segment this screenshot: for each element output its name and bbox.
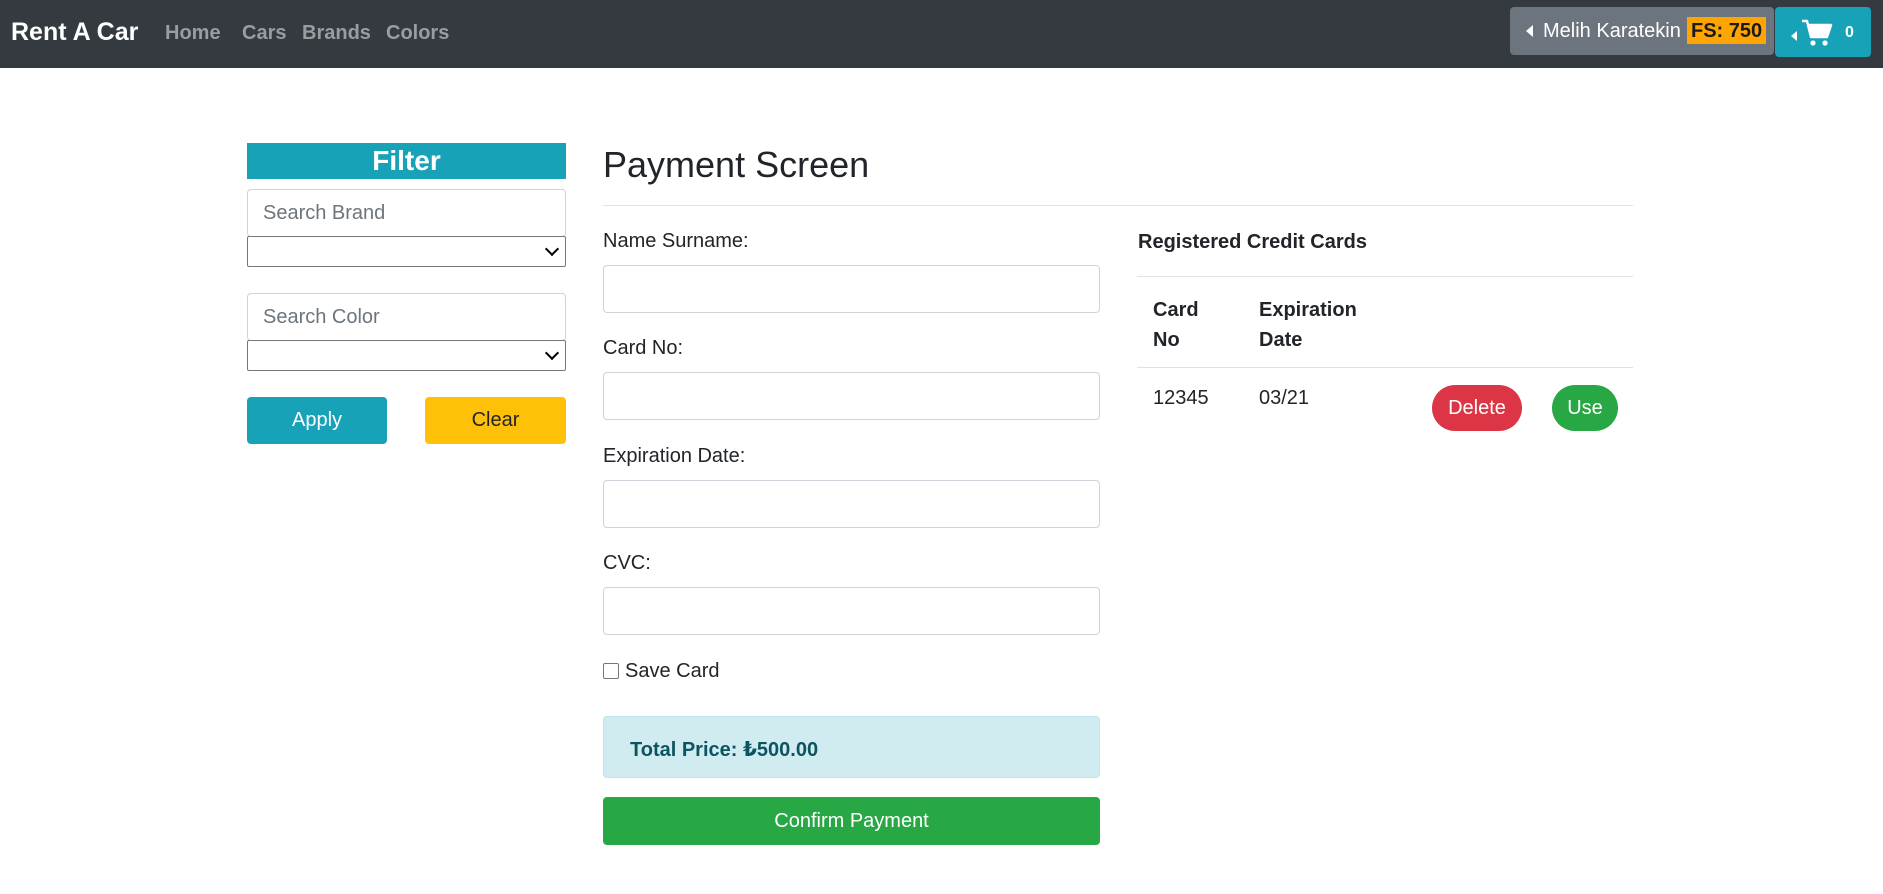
chevron-down-icon <box>544 345 560 361</box>
cvc-input[interactable] <box>603 587 1100 635</box>
user-name: Melih Karatekin <box>1543 20 1681 42</box>
total-price-text: Total Price: ₺500.00 <box>630 739 819 761</box>
cvc-label: CVC: <box>603 552 651 574</box>
table-header-border <box>1137 367 1633 368</box>
registered-cards-title: Registered Credit Cards <box>1138 231 1367 253</box>
filter-title: Filter <box>247 143 566 179</box>
save-card-checkbox[interactable] <box>603 663 619 679</box>
name-surname-input[interactable] <box>603 265 1100 313</box>
use-card-button[interactable]: Use <box>1552 385 1618 431</box>
expiration-cell: 03/21 <box>1259 387 1310 409</box>
user-dropdown-button[interactable]: Melih Karatekin FS: 750 <box>1510 7 1774 55</box>
cart-count: 0 <box>1845 24 1854 41</box>
search-color-input[interactable] <box>247 293 566 341</box>
brand-logo[interactable]: Rent A Car <box>11 18 138 47</box>
card-no-input[interactable] <box>603 372 1100 420</box>
shopping-cart-icon <box>1802 19 1833 46</box>
caret-left-icon <box>1791 31 1797 41</box>
nav-link-home[interactable]: Home <box>165 22 221 45</box>
divider <box>603 205 1633 206</box>
page-title: Payment Screen <box>603 144 870 185</box>
apply-button[interactable]: Apply <box>247 397 387 444</box>
card-no-cell: 12345 <box>1153 387 1209 409</box>
nav-link-brands[interactable]: Brands <box>302 22 371 45</box>
search-brand-input[interactable] <box>247 189 566 237</box>
expiration-date-input[interactable] <box>603 480 1100 528</box>
clear-button[interactable]: Clear <box>425 397 566 444</box>
nav-link-colors[interactable]: Colors <box>386 22 449 45</box>
color-select[interactable] <box>247 340 566 371</box>
navbar: Rent A Car Home Cars Brands Colors Melih… <box>0 0 1883 68</box>
header-card-no: Card No <box>1153 299 1199 351</box>
card-no-label: Card No: <box>603 337 684 359</box>
nav-link-cars[interactable]: Cars <box>242 22 286 45</box>
name-surname-label: Name Surname: <box>603 230 749 252</box>
brand-select[interactable] <box>247 236 566 267</box>
expiration-date-label: Expiration Date: <box>603 445 746 467</box>
chevron-down-icon <box>544 241 560 257</box>
caret-left-icon <box>1526 25 1533 37</box>
header-expiration-date: Expiration Date <box>1259 299 1357 351</box>
confirm-payment-button[interactable]: Confirm Payment <box>603 797 1100 845</box>
delete-card-button[interactable]: Delete <box>1432 385 1522 431</box>
save-card-label: Save Card <box>625 660 720 682</box>
fs-badge: FS: 750 <box>1687 17 1767 44</box>
total-price-alert: Total Price: ₺500.00 <box>603 716 1100 778</box>
table-top-border <box>1137 276 1633 277</box>
cart-dropdown-button[interactable]: 0 <box>1775 7 1871 57</box>
